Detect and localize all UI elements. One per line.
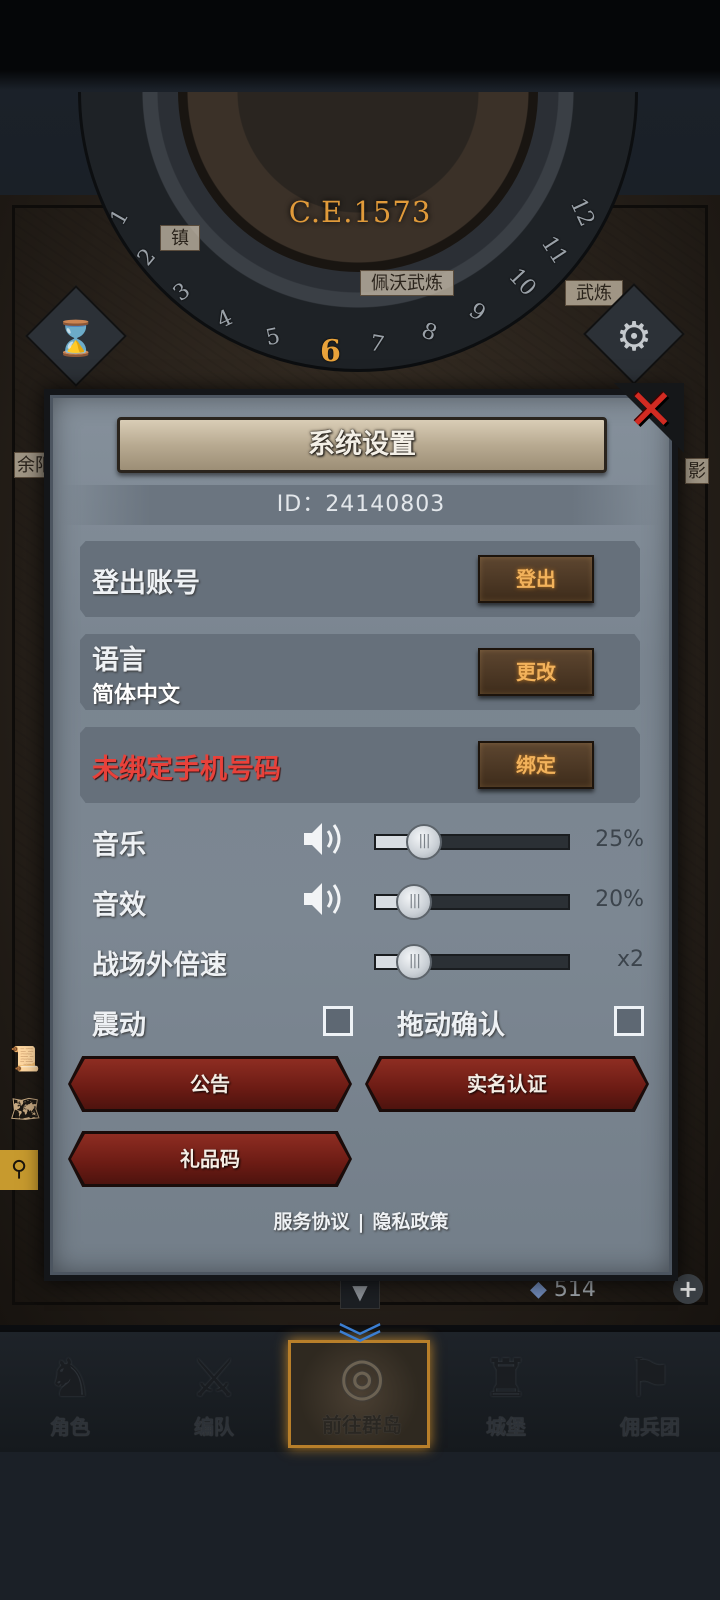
phone-bind-row: 未绑定手机号码 绑定	[80, 727, 640, 803]
battle-speed-slider[interactable]: |||	[374, 944, 570, 980]
scroll-icon[interactable]: 📜	[10, 1045, 40, 1073]
music-slider-knob[interactable]: |||	[406, 824, 442, 860]
speaker-icon[interactable]	[302, 819, 348, 859]
nav-label: 前往群岛	[322, 1413, 402, 1437]
battle-speed-value: x2	[616, 947, 644, 972]
music-slider[interactable]: |||	[374, 824, 570, 860]
nav-item-character[interactable]: ♞ 角色	[0, 1345, 140, 1445]
dial-number-6-active[interactable]: 6	[320, 334, 341, 369]
formation-icon: ⚔	[190, 1349, 238, 1409]
realname-auth-button[interactable]: 实名认证	[368, 1059, 646, 1109]
vibration-label: 震动	[92, 1010, 146, 1041]
phone-unbound-label: 未绑定手机号码	[92, 754, 281, 785]
hourglass-icon: ⌛	[54, 318, 98, 359]
sfx-label: 音效	[92, 890, 146, 921]
search-icon[interactable]: ⚲	[0, 1150, 38, 1190]
dialog-title: 系统设置	[308, 429, 416, 460]
language-row: 语言 简体中文 更改	[80, 634, 640, 710]
language-label: 语言	[92, 645, 146, 676]
terms-link[interactable]: 服务协议	[274, 1211, 350, 1233]
privacy-link[interactable]: 隐私政策	[372, 1211, 448, 1233]
change-language-button[interactable]: 更改	[478, 648, 594, 696]
map-label-town: 镇	[160, 225, 200, 251]
announcement-button[interactable]: 公告	[71, 1059, 349, 1109]
map-label-right: 影	[685, 458, 709, 484]
separator: |	[357, 1211, 365, 1233]
gear-icon: ⚙	[616, 313, 652, 360]
logout-label: 登出账号	[92, 568, 200, 599]
nav-item-mercenary[interactable]: ⚑ 佣兵团	[580, 1345, 720, 1445]
title-banner: 系统设置	[117, 417, 607, 473]
logout-button[interactable]: 登出	[478, 555, 594, 603]
gift-code-button[interactable]: 礼品码	[71, 1134, 349, 1184]
close-x-icon: ✕	[627, 378, 675, 443]
sfx-slider[interactable]: |||	[374, 884, 570, 920]
music-value: 25%	[595, 827, 644, 852]
language-value: 简体中文	[92, 683, 181, 708]
player-id: ID：24140803	[60, 485, 662, 525]
bind-phone-button[interactable]: 绑定	[478, 741, 594, 789]
mercenary-icon: ⚑	[626, 1349, 674, 1409]
close-button[interactable]: ✕	[625, 383, 677, 439]
nav-label: 佣兵团	[620, 1415, 680, 1439]
nav-label: 角色	[50, 1415, 90, 1439]
nav-label: 编队	[194, 1415, 234, 1439]
vibration-checkbox[interactable]	[323, 1006, 353, 1036]
map-label-training: 佩沃武炼	[360, 270, 454, 296]
castle-icon: ♜	[482, 1349, 530, 1409]
music-label: 音乐	[92, 830, 146, 861]
knight-helmet-icon: ♞	[46, 1349, 94, 1409]
map-scroll-icon[interactable]: 🗺	[10, 1095, 40, 1123]
footer-links: 服务协议 | 隐私政策	[44, 1207, 678, 1234]
system-settings-dialog: 系统设置 ✕ ID：24140803 登出账号 登出 语言 简体中文 更改 未绑…	[44, 383, 684, 1281]
bottom-background	[0, 1452, 720, 1600]
logout-row: 登出账号 登出	[80, 541, 640, 617]
drag-confirm-label: 拖动确认	[397, 1010, 505, 1041]
drag-confirm-checkbox[interactable]	[614, 1006, 644, 1036]
battle-speed-label: 战场外倍速	[92, 950, 227, 981]
speaker-icon[interactable]	[302, 879, 348, 919]
sfx-value: 20%	[595, 887, 644, 912]
nav-label: 城堡	[486, 1415, 526, 1439]
nav-item-formation[interactable]: ⚔ 编队	[144, 1345, 284, 1445]
nav-item-castle[interactable]: ♜ 城堡	[436, 1345, 576, 1445]
active-indicator-icon: ︾	[338, 1320, 382, 1371]
